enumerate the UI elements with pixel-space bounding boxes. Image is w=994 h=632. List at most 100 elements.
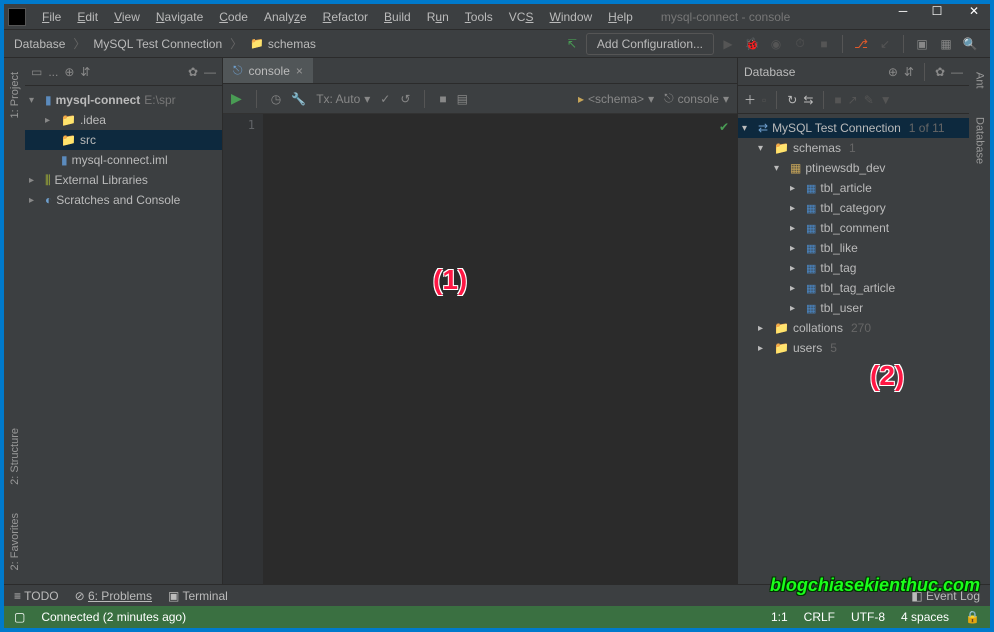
collapse-all-icon[interactable]: ⇵ [904,65,914,79]
schema-selector[interactable]: ▸ <schema> ▾ [578,92,654,106]
menu-vcs[interactable]: VCS [501,7,542,27]
profile-icon[interactable]: ⏱ [790,34,810,54]
commit-icon[interactable]: ✓ [380,92,390,106]
project-dropdown-icon[interactable]: ... [48,65,58,79]
tree-scratches[interactable]: ▸ ◐ Scratches and Console [25,190,222,210]
stop-query-icon[interactable]: ■ [439,92,446,106]
menu-code[interactable]: Code [211,7,256,27]
stop-icon[interactable]: ■ [834,93,841,107]
update-project-icon[interactable]: ↙ [875,34,895,54]
rail-ant[interactable]: Ant [972,68,988,93]
menu-refactor[interactable]: Refactor [315,7,376,27]
crumb-connection[interactable]: MySQL Test Connection [93,37,222,51]
right-tool-rail: Ant Database [969,58,990,584]
table-icon: ▦ [806,242,816,255]
rail-project[interactable]: 1: Project [7,68,23,122]
terminal-tool[interactable]: ▣ Terminal [168,589,228,603]
hide-panel-icon[interactable]: — [951,65,963,79]
select-opened-file-icon[interactable]: ⊕ [64,65,74,79]
edit-icon[interactable]: ✎ [864,93,874,107]
encoding[interactable]: UTF-8 [851,610,885,624]
crumb-schemas[interactable]: schemas [268,37,316,51]
readonly-lock-icon[interactable]: 🔒 [965,610,980,624]
run-icon[interactable]: ▶ [718,34,738,54]
stop-icon[interactable]: ■ [814,34,834,54]
db-database[interactable]: ▾ ▦ ptinewsdb_dev [738,158,969,178]
tx-history-icon[interactable]: ◷ [271,92,281,106]
git-icon[interactable]: ⎇ [851,34,871,54]
menu-window[interactable]: Window [541,7,600,27]
tree-idea[interactable]: ▸ 📁 .idea [25,110,222,130]
db-connection-root[interactable]: ▾ ⇄ MySQL Test Connection 1 of 11 [738,118,969,138]
sync-icon[interactable]: ⇆ [803,93,813,107]
console-selector[interactable]: ⎋ console ▾ [664,91,729,106]
event-log-tool[interactable]: ◧ Event Log [911,589,980,603]
project-root[interactable]: ▾ ▮ mysql-connect E:\spr [25,90,222,110]
jump-to-ddl-icon[interactable]: ↗ [848,93,858,107]
db-schemas[interactable]: ▾ 📁 schemas 1 [738,138,969,158]
menu-view[interactable]: View [106,7,148,27]
window-close[interactable]: ✕ [954,0,994,22]
refresh-icon[interactable]: ↻ [787,93,797,107]
filter-icon[interactable]: ▼ [880,93,892,107]
menu-run[interactable]: Run [419,7,457,27]
execute-icon[interactable]: ▶ [231,90,242,107]
db-table[interactable]: ▸▦tbl_like [738,238,969,258]
expand-all-icon[interactable]: ⇵ [80,65,90,79]
tree-external-libs[interactable]: ▸ ⫼ External Libraries [25,170,222,190]
project-view-icon[interactable]: ▭ [31,65,42,79]
tree-src[interactable]: 📁 src [25,130,222,150]
db-table[interactable]: ▸▦tbl_category [738,198,969,218]
db-table[interactable]: ▸▦tbl_user [738,298,969,318]
tool-windows-icon[interactable]: ▢ [14,610,25,624]
settings-gear-icon[interactable]: ✿ [935,65,945,79]
coverage-icon[interactable]: ◉ [766,34,786,54]
db-collations[interactable]: ▸ 📁 collations 270 [738,318,969,338]
close-tab-icon[interactable]: × [296,64,303,78]
line-separator[interactable]: CRLF [804,610,835,624]
db-root-count: 1 of 11 [909,121,945,135]
explain-plan-icon[interactable]: ▤ [457,92,468,106]
tree-iml[interactable]: ▮ mysql-connect.iml [25,150,222,170]
add-datasource-icon[interactable]: ⊕ [888,65,898,79]
menu-file[interactable]: File [34,7,69,27]
db-table[interactable]: ▸▦tbl_comment [738,218,969,238]
rail-favorites[interactable]: 2: Favorites [7,509,23,574]
search-everywhere-icon[interactable]: 🔍 [960,34,980,54]
chevron-down-icon: ▾ [648,92,654,106]
menu-analyze[interactable]: Analyze [256,7,315,27]
editor-text[interactable]: ✔ (1) [263,114,737,584]
inspection-ok-icon[interactable]: ✔ [719,120,729,134]
hide-panel-icon[interactable]: — [204,65,216,79]
new-icon[interactable]: ＋ [744,91,756,108]
build-hammer-icon[interactable]: ↸ [562,34,582,54]
menu-edit[interactable]: Edit [69,7,106,27]
window-minimize[interactable]: ─ [886,0,920,22]
avatar-icon[interactable]: ▣ [912,34,932,54]
ide-settings-icon[interactable]: ▦ [936,34,956,54]
problems-tool[interactable]: ⊘ 6: Problems [75,589,152,603]
indent[interactable]: 4 spaces [901,610,949,624]
cursor-position[interactable]: 1:1 [771,610,788,624]
debug-icon[interactable]: 🐞 [742,34,762,54]
db-table[interactable]: ▸▦tbl_tag_article [738,278,969,298]
duplicate-icon[interactable]: ▫ [762,93,766,107]
todo-tool[interactable]: ≡ TODO [14,589,59,603]
editor-tab-console[interactable]: ⎋ console × [223,58,313,83]
rail-structure[interactable]: 2: Structure [7,424,23,489]
add-configuration-button[interactable]: Add Configuration... [586,33,714,55]
menu-navigate[interactable]: Navigate [148,7,211,27]
menu-help[interactable]: Help [600,7,641,27]
window-maximize[interactable]: ☐ [920,0,954,22]
db-table[interactable]: ▸▦tbl_tag [738,258,969,278]
crumb-database[interactable]: Database [14,37,65,51]
settings-gear-icon[interactable]: ✿ [188,65,198,79]
tx-mode[interactable]: Tx: Auto [316,92,360,106]
rail-database[interactable]: Database [972,113,988,168]
db-users[interactable]: ▸ 📁 users 5 [738,338,969,358]
db-table[interactable]: ▸▦tbl_article [738,178,969,198]
menu-build[interactable]: Build [376,7,419,27]
menu-tools[interactable]: Tools [457,7,501,27]
rollback-icon[interactable]: ↺ [400,92,410,106]
tx-settings-icon[interactable]: 🔧 [291,92,306,106]
